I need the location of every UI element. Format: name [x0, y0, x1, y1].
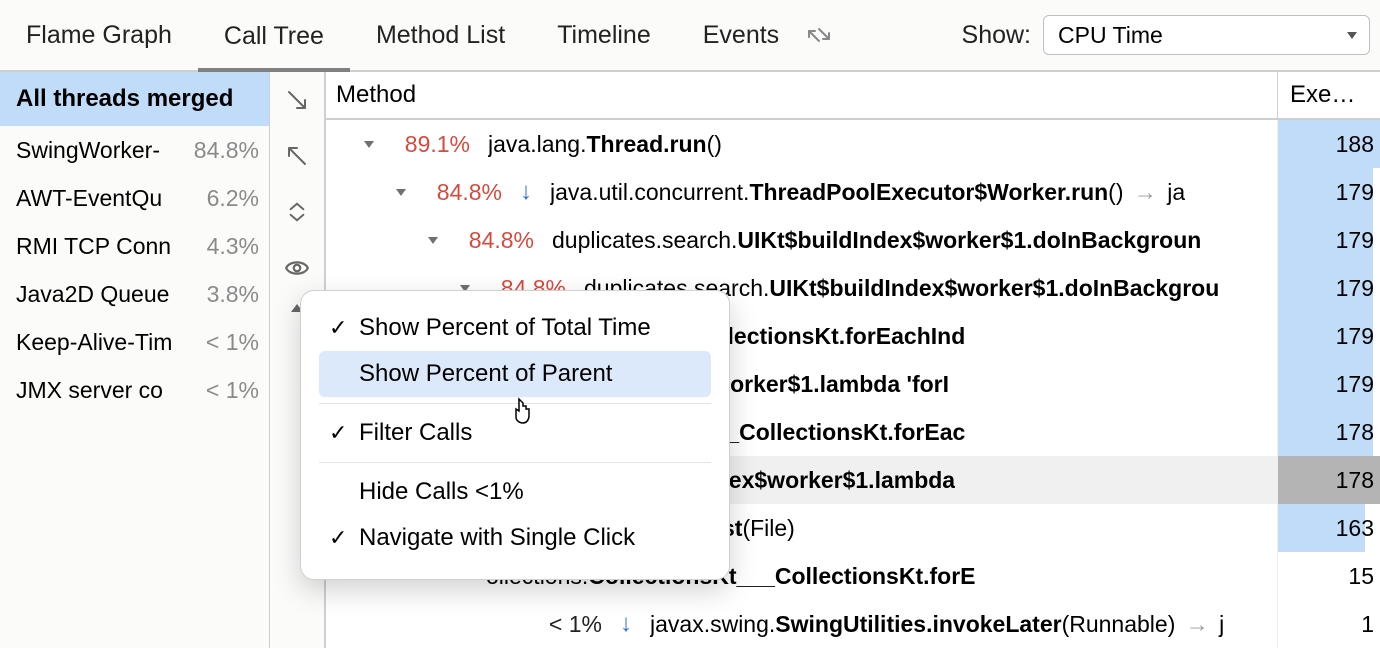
- check-icon: ✓: [329, 420, 359, 446]
- thread-percent: 3.8%: [201, 281, 259, 308]
- exe-value: 15: [1348, 563, 1374, 590]
- menu-item[interactable]: Hide Calls <1%: [319, 469, 711, 515]
- call-tree-row[interactable]: 84.8% ↓ java.util.concurrent.ThreadPoolExe…: [326, 168, 1380, 216]
- thread-name: AWT-EventQu: [16, 185, 162, 212]
- thread-name: JMX server co: [16, 377, 163, 404]
- thread-percent: 84.8%: [188, 137, 259, 164]
- exe-cell: 15: [1277, 552, 1380, 600]
- menu-item-label: Navigate with Single Click: [359, 524, 635, 552]
- menu-item-label: Filter Calls: [359, 419, 472, 447]
- menu-item-label: Show Percent of Parent: [359, 360, 612, 388]
- recursive-call-icon: ↓: [520, 178, 532, 206]
- drill-up-icon[interactable]: [283, 142, 311, 170]
- expand-toggle[interactable]: [422, 229, 444, 251]
- thread-name: Java2D Queue: [16, 281, 169, 308]
- exe-value: 179: [1336, 179, 1374, 206]
- exe-value: 1: [1361, 611, 1374, 638]
- thread-row[interactable]: RMI TCP Conn 4.3%: [0, 222, 269, 270]
- exe-cell: 179: [1277, 312, 1380, 360]
- view-options-menu: ✓Show Percent of Total TimeShow Percent …: [300, 290, 730, 580]
- thread-list: All threads merged SwingWorker- 84.8% AWT-E…: [0, 72, 270, 648]
- exe-cell: 179: [1277, 360, 1380, 408]
- thread-row[interactable]: JMX server co < 1%: [0, 366, 269, 414]
- exe-value: 178: [1336, 467, 1374, 494]
- call-tree-row[interactable]: 89.1% java.lang.Thread.run() 188: [326, 120, 1380, 168]
- percent-label: 84.8%: [450, 227, 534, 254]
- exe-cell: 163: [1277, 504, 1380, 552]
- swap-arrows-icon[interactable]: [805, 21, 833, 49]
- chevron-down-icon: [1347, 32, 1357, 39]
- method-cell: 84.8% ↓ java.util.concurrent.ThreadPoolExe…: [326, 178, 1277, 206]
- thread-row[interactable]: AWT-EventQu 6.2%: [0, 174, 269, 222]
- thread-row[interactable]: All threads merged: [0, 72, 269, 126]
- exe-cell: 178: [1277, 456, 1380, 504]
- drill-down-icon[interactable]: [283, 86, 311, 114]
- exe-cell: 179: [1277, 168, 1380, 216]
- thread-name: SwingWorker-: [16, 137, 160, 164]
- menu-item[interactable]: Show Percent of Parent: [319, 351, 711, 397]
- check-icon: ✓: [329, 525, 359, 551]
- method-cell: 89.1% java.lang.Thread.run(): [326, 131, 1277, 158]
- thread-row[interactable]: Keep-Alive-Tim < 1%: [0, 318, 269, 366]
- view-tabs: Flame Graph Call Tree Method List Timeli…: [0, 0, 1380, 72]
- thread-percent: 4.3%: [201, 233, 259, 260]
- show-label: Show:: [962, 21, 1043, 50]
- thread-name: Keep-Alive-Tim: [16, 329, 172, 356]
- exe-value: 179: [1336, 371, 1374, 398]
- exe-value: 163: [1336, 515, 1374, 542]
- collapse-icon[interactable]: [283, 198, 311, 226]
- exe-value: 179: [1336, 275, 1374, 302]
- thread-name: RMI TCP Conn: [16, 233, 171, 260]
- exe-cell: 178: [1277, 408, 1380, 456]
- exe-value: 179: [1336, 323, 1374, 350]
- method-signature: duplicates.search.UIKt$buildIndex$worker…: [552, 227, 1201, 254]
- percent-label: < 1%: [518, 611, 602, 638]
- percent-label: 89.1%: [386, 131, 470, 158]
- thread-row[interactable]: SwingWorker- 84.8%: [0, 126, 269, 174]
- menu-item-label: Show Percent of Total Time: [359, 314, 651, 342]
- column-header-method[interactable]: Method: [326, 72, 1277, 118]
- call-tree-row[interactable]: < 1% ↓ javax.swing.SwingUtilities.invokeLa…: [326, 600, 1380, 648]
- call-tree-row[interactable]: 84.8% duplicates.search.UIKt$buildIndex$w…: [326, 216, 1380, 264]
- method-cell: < 1% ↓ javax.swing.SwingUtilities.invokeLa…: [326, 610, 1277, 638]
- method-signature: java.lang.Thread.run(): [488, 131, 722, 158]
- method-cell: 84.8% duplicates.search.UIKt$buildIndex$w…: [326, 227, 1277, 254]
- menu-separator: [319, 462, 711, 463]
- tab-call-tree[interactable]: Call Tree: [198, 0, 350, 72]
- method-signature: javax.swing.SwingUtilities.invokeLater(R…: [650, 611, 1224, 638]
- exe-cell: 1: [1277, 600, 1380, 648]
- tree-header: Method Exe…: [326, 72, 1380, 120]
- exe-value: 179: [1336, 227, 1374, 254]
- column-header-exe[interactable]: Exe…: [1277, 72, 1380, 118]
- show-metric-dropdown[interactable]: CPU Time: [1043, 15, 1370, 55]
- thread-percent: < 1%: [200, 377, 259, 404]
- menu-item[interactable]: ✓Show Percent of Total Time: [319, 305, 711, 351]
- method-signature: java.util.concurrent.ThreadPoolExecutor$…: [550, 179, 1185, 206]
- menu-item-label: Hide Calls <1%: [359, 478, 524, 506]
- thread-percent: < 1%: [200, 329, 259, 356]
- thread-name: All threads merged: [16, 85, 233, 113]
- menu-item[interactable]: ✓Filter Calls: [319, 410, 711, 456]
- recursive-call-icon: ↓: [620, 610, 632, 638]
- tab-method-list[interactable]: Method List: [350, 0, 531, 71]
- thread-percent: 6.2%: [201, 185, 259, 212]
- show-metric-value: CPU Time: [1058, 22, 1163, 49]
- expand-toggle[interactable]: [390, 181, 412, 203]
- expand-toggle[interactable]: [358, 133, 380, 155]
- exe-value: 178: [1336, 419, 1374, 446]
- thread-row[interactable]: Java2D Queue 3.8%: [0, 270, 269, 318]
- tab-flame-graph[interactable]: Flame Graph: [0, 0, 198, 71]
- visibility-icon[interactable]: [283, 254, 311, 282]
- exe-cell: 179: [1277, 216, 1380, 264]
- menu-separator: [319, 403, 711, 404]
- check-icon: ✓: [329, 315, 359, 341]
- exe-cell: 179: [1277, 264, 1380, 312]
- tab-timeline[interactable]: Timeline: [531, 0, 677, 71]
- menu-item[interactable]: ✓Navigate with Single Click: [319, 515, 711, 561]
- percent-label: 84.8%: [418, 179, 502, 206]
- exe-value: 188: [1336, 131, 1374, 158]
- tab-events[interactable]: Events: [677, 0, 805, 71]
- exe-cell: 188: [1277, 120, 1380, 168]
